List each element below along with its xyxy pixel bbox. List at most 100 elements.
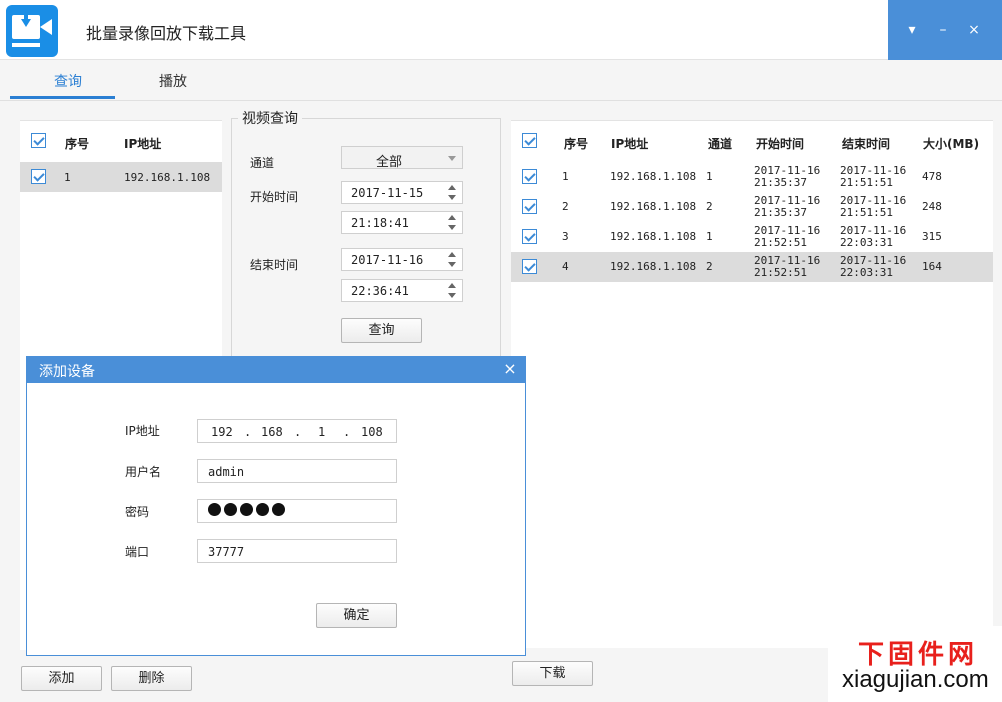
result-header-start: 开始时间 bbox=[756, 137, 805, 151]
result-end-time: 21:51:51 bbox=[840, 176, 893, 189]
result-ip: 192.168.1.108 bbox=[610, 260, 697, 273]
spin-down-icon[interactable] bbox=[448, 262, 456, 267]
result-ip: 192.168.1.108 bbox=[610, 170, 697, 183]
watermark: 下固件网 xiagujian.com bbox=[828, 626, 1002, 702]
result-channel: 1 bbox=[706, 230, 713, 243]
password-input[interactable] bbox=[197, 499, 397, 523]
result-header-end: 结束时间 bbox=[842, 137, 891, 151]
ip-octet-2[interactable]: 168 bbox=[261, 425, 283, 439]
device-header-index: 序号 bbox=[65, 137, 90, 151]
end-time-value: 22:36:41 bbox=[351, 284, 409, 298]
add-device-button[interactable]: 添加 bbox=[21, 666, 102, 691]
result-header-channel: 通道 bbox=[708, 137, 733, 151]
tab-bar: 查询 播放 bbox=[0, 61, 1002, 101]
username-value: admin bbox=[208, 465, 245, 479]
dialog-close-icon[interactable]: × bbox=[501, 359, 519, 378]
ip-octet-4[interactable]: 108 bbox=[361, 425, 383, 439]
result-ip: 192.168.1.108 bbox=[610, 230, 697, 243]
result-index: 3 bbox=[562, 230, 569, 243]
minimize-icon[interactable]: – bbox=[933, 20, 953, 40]
dialog-title-bar: 添加设备 × bbox=[27, 357, 525, 383]
video-query-title: 视频查询 bbox=[238, 108, 302, 128]
result-size: 315 bbox=[922, 230, 942, 243]
result-index: 1 bbox=[562, 170, 569, 183]
channel-label: 通道 bbox=[250, 156, 275, 170]
end-date-value: 2017-11-16 bbox=[351, 253, 424, 267]
result-header-ip: IP地址 bbox=[611, 137, 649, 151]
result-start-time: 21:35:37 bbox=[754, 206, 807, 219]
result-header-index: 序号 bbox=[564, 137, 589, 151]
result-row[interactable]: 2 192.168.1.108 2 2017-11-16 21:35:37 20… bbox=[511, 192, 993, 222]
result-size: 478 bbox=[922, 170, 942, 183]
app-logo-icon bbox=[6, 5, 58, 57]
end-date-spinner[interactable]: 2017-11-16 bbox=[341, 248, 463, 271]
result-row-checkbox[interactable] bbox=[522, 229, 537, 244]
password-mask bbox=[208, 503, 285, 516]
ip-dot: . bbox=[294, 425, 302, 439]
end-time-spinner[interactable]: 22:36:41 bbox=[341, 279, 463, 302]
spin-up-icon[interactable] bbox=[448, 252, 456, 257]
query-button[interactable]: 查询 bbox=[341, 318, 422, 343]
result-row[interactable]: 3 192.168.1.108 1 2017-11-16 21:52:51 20… bbox=[511, 222, 993, 252]
select-all-results-checkbox[interactable] bbox=[522, 133, 537, 148]
spin-down-icon[interactable] bbox=[448, 195, 456, 200]
device-header-ip: IP地址 bbox=[124, 137, 162, 151]
delete-device-button[interactable]: 删除 bbox=[111, 666, 192, 691]
title-bar: 批量录像回放下载工具 ▾ – × bbox=[0, 0, 1002, 60]
start-time-label: 开始时间 bbox=[250, 190, 299, 204]
device-row-ip: 192.168.1.108 bbox=[124, 171, 211, 184]
dialog-title: 添加设备 bbox=[39, 364, 95, 380]
result-row-checkbox[interactable] bbox=[522, 259, 537, 274]
spin-up-icon[interactable] bbox=[448, 283, 456, 288]
confirm-button[interactable]: 确定 bbox=[316, 603, 397, 628]
start-time-value: 21:18:41 bbox=[351, 216, 409, 230]
chevron-down-icon bbox=[448, 156, 456, 161]
download-button[interactable]: 下载 bbox=[512, 661, 593, 686]
result-row[interactable]: 4 192.168.1.108 2 2017-11-16 21:52:51 20… bbox=[511, 252, 993, 282]
result-index: 4 bbox=[562, 260, 569, 273]
select-all-devices-checkbox[interactable] bbox=[31, 133, 46, 148]
results-panel: 序号 IP地址 通道 开始时间 结束时间 大小(MB) 1 192.168.1.… bbox=[511, 120, 993, 648]
tab-playback[interactable]: 播放 bbox=[159, 71, 187, 91]
result-channel: 1 bbox=[706, 170, 713, 183]
username-input[interactable]: admin bbox=[197, 459, 397, 483]
spin-up-icon[interactable] bbox=[448, 185, 456, 190]
tab-query[interactable]: 查询 bbox=[54, 71, 82, 91]
result-row-checkbox[interactable] bbox=[522, 199, 537, 214]
password-label: 密码 bbox=[125, 505, 150, 519]
ip-dot: . bbox=[244, 425, 252, 439]
port-value: 37777 bbox=[208, 545, 245, 559]
device-row-checkbox[interactable] bbox=[31, 169, 46, 184]
ip-label: IP地址 bbox=[125, 424, 160, 438]
start-date-value: 2017-11-15 bbox=[351, 186, 424, 200]
tab-active-indicator bbox=[10, 96, 115, 99]
channel-select[interactable]: 全部 bbox=[341, 146, 463, 170]
spin-up-icon[interactable] bbox=[448, 215, 456, 220]
watermark-line2: xiagujian.com bbox=[842, 666, 989, 693]
result-row-checkbox[interactable] bbox=[522, 169, 537, 184]
result-size: 164 bbox=[922, 260, 942, 273]
ip-dot: . bbox=[343, 425, 351, 439]
result-start-time: 21:52:51 bbox=[754, 266, 807, 279]
result-start-time: 21:35:37 bbox=[754, 176, 807, 189]
close-window-icon[interactable]: × bbox=[964, 20, 984, 40]
add-device-dialog: 添加设备 × IP地址 192 . 168 . 1 . 108 用户名 admi… bbox=[26, 356, 526, 656]
ip-address-input[interactable]: 192 . 168 . 1 . 108 bbox=[197, 419, 397, 443]
ip-octet-1[interactable]: 192 bbox=[211, 425, 233, 439]
result-size: 248 bbox=[922, 200, 942, 213]
result-row[interactable]: 1 192.168.1.108 1 2017-11-16 21:35:37 20… bbox=[511, 162, 993, 192]
device-row-index: 1 bbox=[64, 171, 71, 184]
start-date-spinner[interactable]: 2017-11-15 bbox=[341, 181, 463, 204]
window-controls: ▾ – × bbox=[888, 0, 1002, 60]
menu-dropdown-icon[interactable]: ▾ bbox=[902, 20, 922, 40]
device-row[interactable]: 1 192.168.1.108 bbox=[20, 162, 222, 192]
spin-down-icon[interactable] bbox=[448, 225, 456, 230]
end-time-label: 结束时间 bbox=[250, 258, 299, 272]
result-ip: 192.168.1.108 bbox=[610, 200, 697, 213]
start-time-spinner[interactable]: 21:18:41 bbox=[341, 211, 463, 234]
spin-down-icon[interactable] bbox=[448, 293, 456, 298]
ip-octet-3[interactable]: 1 bbox=[318, 425, 325, 439]
port-input[interactable]: 37777 bbox=[197, 539, 397, 563]
result-index: 2 bbox=[562, 200, 569, 213]
result-end-time: 22:03:31 bbox=[840, 266, 893, 279]
